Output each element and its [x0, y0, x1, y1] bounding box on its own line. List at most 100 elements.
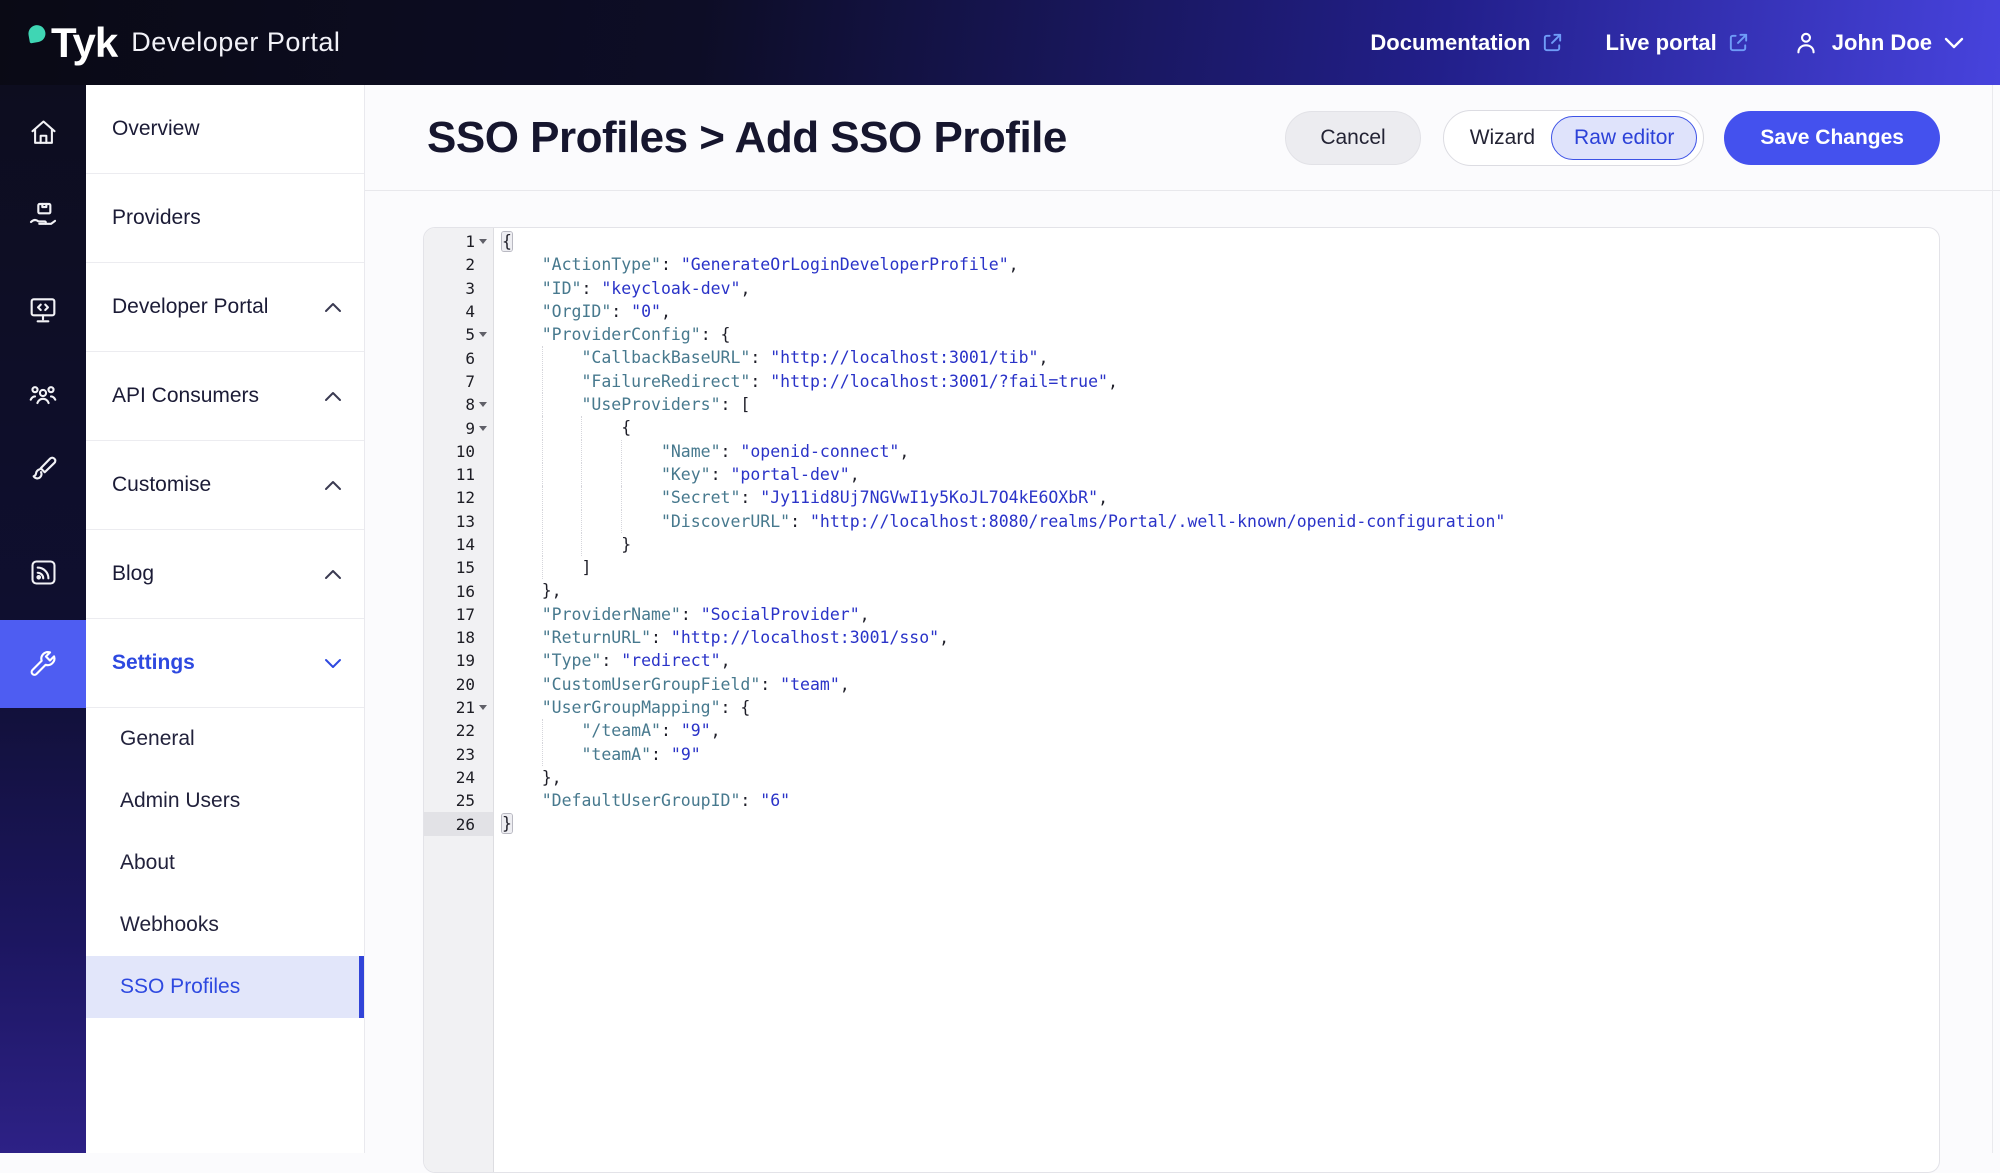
- sidebar-item-settings[interactable]: Settings: [86, 619, 364, 708]
- code-line-12[interactable]: "Secret": "Jy11id8Uj7NGVwI1y5KoJL7O4kE6O…: [502, 486, 1939, 509]
- gutter-line-11: 11: [424, 463, 493, 486]
- code-line-26[interactable]: }: [502, 812, 1939, 835]
- sidebar-subitem-label: About: [120, 851, 175, 875]
- sidebar-subitem-webhooks[interactable]: Webhooks: [86, 894, 364, 956]
- code-line-20[interactable]: "CustomUserGroupField": "team",: [502, 673, 1939, 696]
- line-number: 4: [465, 302, 475, 321]
- sidebar-item-label: Providers: [112, 206, 201, 230]
- fold-spacer: [475, 277, 490, 300]
- fold-spacer: [475, 673, 490, 696]
- external-link-icon: [1727, 31, 1750, 54]
- code-line-16[interactable]: },: [502, 579, 1939, 602]
- sidebar-item-api-consumers[interactable]: API Consumers: [86, 352, 364, 441]
- sidebar-subitem-general[interactable]: General: [86, 708, 364, 770]
- fold-spacer: [475, 812, 490, 835]
- fold-spacer: [475, 346, 490, 369]
- code-line-6[interactable]: "CallbackBaseURL": "http://localhost:300…: [502, 346, 1939, 369]
- fold-arrow-icon[interactable]: [475, 323, 490, 346]
- code-line-24[interactable]: },: [502, 766, 1939, 789]
- fold-arrow-icon[interactable]: [475, 393, 490, 416]
- code-line-19[interactable]: "Type": "redirect",: [502, 649, 1939, 672]
- chevron-up-icon: [324, 391, 342, 402]
- fold-spacer: [475, 510, 490, 533]
- rail-item-customise[interactable]: [0, 440, 86, 500]
- rail-item-providers[interactable]: [0, 186, 86, 246]
- code-line-21[interactable]: "UserGroupMapping": {: [502, 696, 1939, 719]
- gutter-line-24: 24: [424, 766, 493, 789]
- rail-item-developer-portal[interactable]: [0, 280, 86, 340]
- sidebar-subitem-about[interactable]: About: [86, 832, 364, 894]
- fold-arrow-icon[interactable]: [475, 230, 490, 253]
- chevron-down-icon: [1944, 37, 1964, 49]
- editor-code-area[interactable]: {"ActionType": "GenerateOrLoginDeveloper…: [494, 228, 1939, 1172]
- code-line-4[interactable]: "OrgID": "0",: [502, 300, 1939, 323]
- sidebar-subitem-label: SSO Profiles: [120, 975, 240, 999]
- fold-arrow-icon[interactable]: [475, 416, 490, 439]
- code-line-3[interactable]: "ID": "keycloak-dev",: [502, 277, 1939, 300]
- developer-portal-icon: [27, 294, 59, 326]
- sidebar-subitem-label: Admin Users: [120, 789, 240, 813]
- line-number: 12: [456, 488, 475, 507]
- raw-editor-toggle-button[interactable]: Raw editor: [1551, 116, 1697, 160]
- user-name: John Doe: [1832, 30, 1932, 56]
- sidebar-item-providers[interactable]: Providers: [86, 174, 364, 263]
- brand-logo[interactable]: Tyk Developer Portal: [30, 19, 340, 67]
- sidebar-item-customise[interactable]: Customise: [86, 441, 364, 530]
- gutter-line-23: 23: [424, 743, 493, 766]
- code-line-23[interactable]: "teamA": "9": [502, 743, 1939, 766]
- code-line-7[interactable]: "FailureRedirect": "http://localhost:300…: [502, 370, 1939, 393]
- rail-item-settings[interactable]: [0, 620, 86, 708]
- code-line-5[interactable]: "ProviderConfig": {: [502, 323, 1939, 346]
- gutter-line-12: 12: [424, 486, 493, 509]
- sidebar-item-label: API Consumers: [112, 384, 259, 408]
- documentation-link[interactable]: Documentation: [1370, 30, 1563, 56]
- json-code-editor[interactable]: 1234567891011121314151617181920212223242…: [423, 227, 1940, 1173]
- code-line-15[interactable]: ]: [502, 556, 1939, 579]
- fold-spacer: [475, 533, 490, 556]
- line-number: 23: [456, 745, 475, 764]
- code-line-1[interactable]: {: [502, 230, 1939, 253]
- gutter-line-3: 3: [424, 277, 493, 300]
- wizard-toggle-button[interactable]: Wizard: [1470, 126, 1535, 150]
- gutter-line-10: 10: [424, 440, 493, 463]
- user-menu[interactable]: John Doe: [1792, 29, 1964, 57]
- fold-spacer: [475, 649, 490, 672]
- brand-name: Tyk: [51, 19, 117, 67]
- code-line-22[interactable]: "/teamA": "9",: [502, 719, 1939, 742]
- page-scrollbar-track[interactable]: [1992, 85, 1993, 1153]
- rail-item-api-consumers[interactable]: [0, 365, 86, 425]
- line-number: 3: [465, 279, 475, 298]
- code-line-17[interactable]: "ProviderName": "SocialProvider",: [502, 603, 1939, 626]
- sidebar-item-label: Blog: [112, 562, 154, 586]
- code-line-18[interactable]: "ReturnURL": "http://localhost:3001/sso"…: [502, 626, 1939, 649]
- code-line-14[interactable]: }: [502, 533, 1939, 556]
- code-line-10[interactable]: "Name": "openid-connect",: [502, 440, 1939, 463]
- main-content: SSO Profiles > Add SSO Profile Cancel Wi…: [365, 85, 2000, 1153]
- code-line-25[interactable]: "DefaultUserGroupID": "6": [502, 789, 1939, 812]
- line-number: 10: [456, 442, 475, 461]
- rail-item-home[interactable]: [0, 102, 86, 162]
- fold-arrow-icon[interactable]: [475, 696, 490, 719]
- code-line-2[interactable]: "ActionType": "GenerateOrLoginDeveloperP…: [502, 253, 1939, 276]
- save-changes-button[interactable]: Save Changes: [1724, 111, 1940, 165]
- sidebar-subitem-sso-profiles[interactable]: SSO Profiles: [86, 956, 364, 1018]
- code-line-13[interactable]: "DiscoverURL": "http://localhost:8080/re…: [502, 510, 1939, 533]
- line-number: 8: [465, 395, 475, 414]
- gutter-line-13: 13: [424, 510, 493, 533]
- code-line-11[interactable]: "Key": "portal-dev",: [502, 463, 1939, 486]
- sidebar-subitem-admin-users[interactable]: Admin Users: [86, 770, 364, 832]
- gutter-line-4: 4: [424, 300, 493, 323]
- sidebar-item-blog[interactable]: Blog: [86, 530, 364, 619]
- home-icon: [28, 117, 59, 148]
- cancel-button[interactable]: Cancel: [1285, 111, 1420, 165]
- gutter-line-2: 2: [424, 253, 493, 276]
- line-number: 19: [456, 651, 475, 670]
- sidebar-item-developer-portal[interactable]: Developer Portal: [86, 263, 364, 352]
- sidebar: Overview Providers Developer Portal API Con…: [86, 85, 365, 1153]
- rail-item-blog[interactable]: [0, 542, 86, 602]
- sidebar-item-overview[interactable]: Overview: [86, 85, 364, 174]
- line-number: 7: [465, 372, 475, 391]
- live-portal-link[interactable]: Live portal: [1606, 30, 1750, 56]
- code-line-9[interactable]: {: [502, 416, 1939, 439]
- code-line-8[interactable]: "UseProviders": [: [502, 393, 1939, 416]
